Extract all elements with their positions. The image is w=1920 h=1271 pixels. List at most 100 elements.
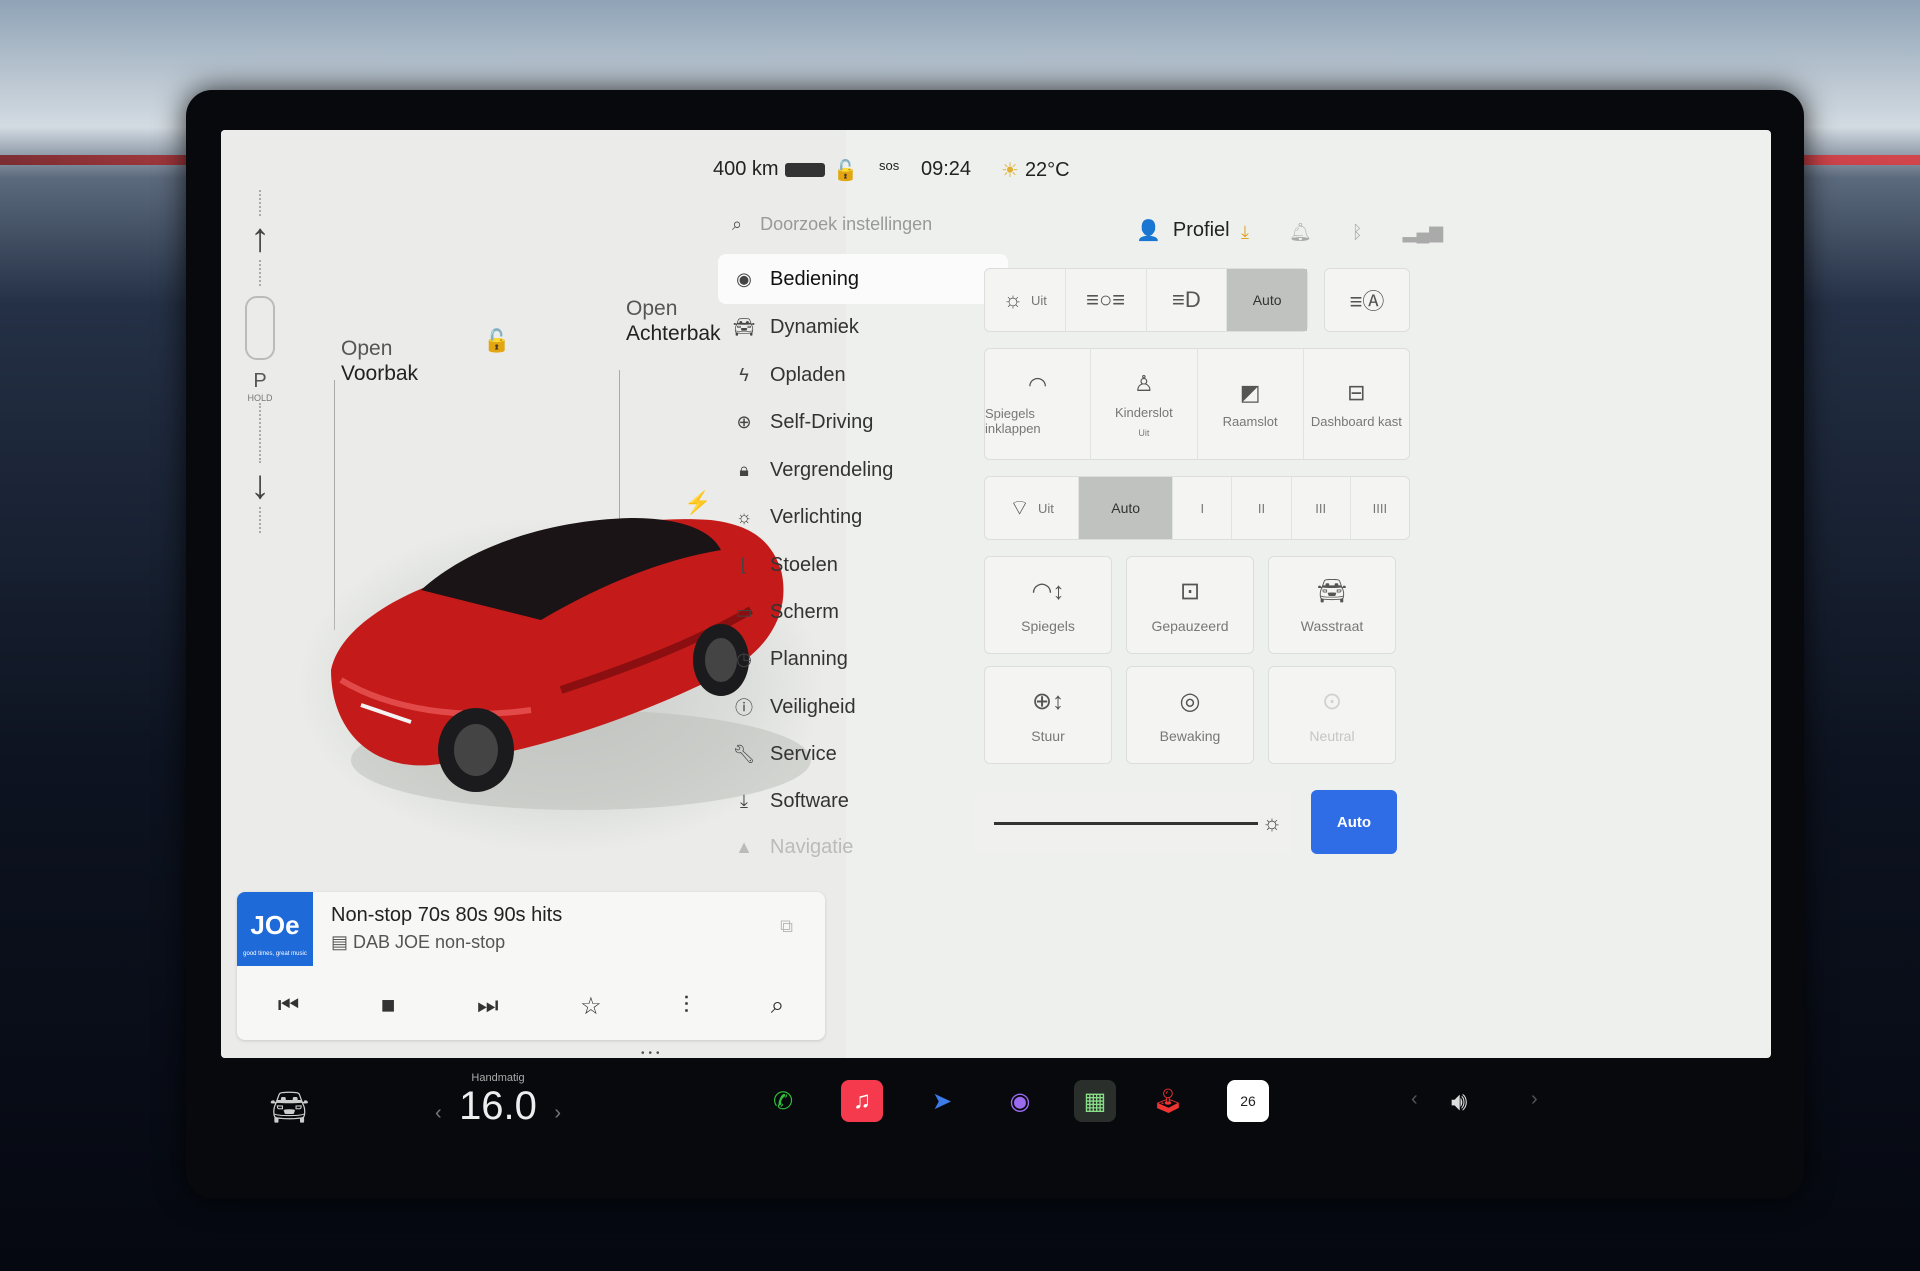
bell-icon[interactable]: 🔔︎ [1289,222,1312,243]
steering-label: Stuur [1031,727,1065,744]
brightness-slider[interactable]: ☼ [974,792,1292,854]
favorite-star-icon[interactable]: ☆ [580,992,602,1021]
volume-down-chevron-icon[interactable]: ‹ [1411,1088,1418,1111]
glovebox-button[interactable]: ⊟ Dashboard kast [1304,349,1409,459]
fold-mirrors-label: Spiegels inklappen [985,406,1041,436]
lights-auto-label: Auto [1252,292,1282,308]
cabin-temp-value: 16.0 [459,1084,537,1128]
unlock-icon[interactable]: 🔓 [483,328,510,354]
wiper-speed-label: III [1315,500,1327,516]
nav-item-verlichting[interactable]: ☼ Verlichting [718,492,1008,542]
trunk-callout[interactable]: Open Achterbak [626,296,721,346]
fold-mirrors-button[interactable]: ◠ Spiegels inklappen [985,349,1092,459]
lights-off-button[interactable]: ☼ Uit [985,269,1066,331]
nav-item-dynamiek[interactable]: 🚘︎ Dynamiek [718,302,1008,352]
previous-icon[interactable]: ⏮ [278,992,300,1020]
phone-icon[interactable]: ✆ [762,1080,804,1122]
parking-lights-button[interactable]: ≡○≡ [1066,269,1147,331]
auto-high-beam-button[interactable]: ≡Ⓐ [1324,268,1410,332]
nav-item-software[interactable]: ⤓ Software [718,776,1008,826]
wipers-auto-button[interactable]: Auto [1079,477,1174,539]
steering-wheel-icon: ⊕↕ [1031,687,1065,715]
equalizer-icon[interactable]: ⫶ [683,992,689,1020]
hold-label: HOLD [247,393,273,403]
dab-radio-icon: ▤ [331,932,349,952]
neutral-icon: ⊙ [1321,687,1343,715]
dashcam-tile[interactable]: ⊡ Gepauzeerd [1126,556,1254,654]
nav-item-service[interactable]: 🔧︎ Service [718,729,1008,779]
stop-icon[interactable]: ■ [381,992,396,1020]
arcade-joystick-icon[interactable]: 🕹︎ [1147,1080,1189,1122]
sun-icon: ☼ [735,506,753,527]
temp-up-chevron-icon[interactable]: › [554,1102,561,1125]
neutral-label: Neutral [1309,727,1355,744]
trunk-open-label: Open [626,297,678,320]
frunk-callout[interactable]: Open Voorbak [341,336,418,386]
wiper-speed-2-button[interactable]: II [1232,477,1292,539]
car-wash-tile[interactable]: 🚘︎ Wasstraat [1268,556,1396,654]
nav-label: Service [770,742,837,765]
lights-auto-button[interactable]: Auto [1227,269,1307,331]
window-lock-button[interactable]: ◩ Raamslot [1198,349,1304,459]
parking-lights-icon: ≡○≡ [1086,287,1126,312]
mirror-icon: ◠ [1028,372,1048,397]
volume-icon[interactable]: 🔊︎ [1451,1086,1467,1118]
car-wash-icon: 🚘︎ [1316,577,1348,605]
wiper-speed-3-button[interactable]: III [1292,477,1351,539]
nav-label: Vergrendeling [770,458,894,481]
climate-control[interactable]: ‹ Handmatig 16.0 › [435,1072,561,1128]
quick-controls: ◠ Spiegels inklappen ♙ Kinderslot Uit ◩ Raam… [984,348,1410,460]
camera-app-icon[interactable]: ◉ [999,1080,1041,1122]
dashcam-label: Gepauzeerd [1151,617,1229,634]
brightness-auto-button[interactable]: Auto [1311,790,1397,854]
nav-item-planning[interactable]: ◷ Planning [718,634,1008,684]
child-lock-button[interactable]: ♙ Kinderslot Uit [1091,349,1198,459]
bluetooth-icon[interactable]: ᛒ [1352,222,1363,243]
nav-item-bediening[interactable]: ◉ Bediening [718,254,1008,304]
bolt-icon: ϟ [739,364,749,385]
neutral-tile[interactable]: ⊙ Neutral [1268,666,1396,764]
lights-off-label: Uit [1031,292,1047,308]
music-icon[interactable]: ♫ [841,1080,883,1122]
nav-label: Navigatie [770,835,854,858]
trunk-label: Achterbak [626,322,721,345]
drive-down-arrow-icon[interactable]: ↓ [239,463,281,507]
volume-up-chevron-icon[interactable]: › [1531,1088,1538,1111]
bottom-dock: 🚘︎ ‹ Handmatig 16.0 › ✆ ♫ ➤ ◉ ▦ 🕹︎ 26 ‹ … [221,1058,1771,1178]
profile-button[interactable]: 👤 Profiel [1136,218,1230,243]
nav-item-veiligheid[interactable]: ⓘ Veiligheid [718,682,1008,732]
car-icon: 🚘︎ [732,316,756,337]
temp-down-chevron-icon[interactable]: ‹ [435,1102,442,1125]
slider-track[interactable] [994,822,1258,825]
car-icon[interactable]: 🚘︎ [269,1088,310,1126]
mirrors-adjust-tile[interactable]: ◠↕ Spiegels [984,556,1112,654]
wiper-controls: ⌔ Uit Auto I II III IIII [984,476,1410,540]
toybox-icon[interactable]: ▦ [1074,1080,1116,1122]
wiper-speed-label: IIII [1372,500,1388,516]
nav-item-navigatie[interactable]: ▲ Navigatie [718,822,1008,872]
navigation-icon[interactable]: ➤ [921,1080,963,1122]
wiper-speed-4-button[interactable]: IIII [1351,477,1409,539]
nav-item-vergrendeling[interactable]: 🔒︎ Vergrendeling [718,445,1008,495]
seat-icon: ⌊ [740,554,748,575]
lte-signal-icon: ▂▄▆ [1402,222,1444,242]
nav-item-opladen[interactable]: ϟ Opladen [718,350,1008,400]
gear-selector[interactable]: ↑ P HOLD ↓ [239,190,281,610]
source-label: DAB JOE non-stop [353,932,506,952]
toggle-icon: ◉ [736,268,752,289]
steering-adjust-tile[interactable]: ⊕↕ Stuur [984,666,1112,764]
low-beam-button[interactable]: ≡D [1147,269,1228,331]
nav-label: Dynamiek [770,315,859,338]
wiper-speed-1-button[interactable]: I [1173,477,1233,539]
nav-item-scherm[interactable]: ▭ Scherm [718,587,1008,637]
wipers-auto-label: Auto [1111,500,1141,516]
next-icon[interactable]: ⏭ [477,992,499,1020]
drive-up-arrow-icon[interactable]: ↑ [239,216,281,260]
wipers-off-button[interactable]: ⌔ Uit [985,477,1080,539]
steering-wheel-icon: ⊕ [736,411,752,432]
nav-item-stoelen[interactable]: ⌊ Stoelen [718,540,1008,590]
nav-item-self-driving[interactable]: ⊕ Self-Driving [718,397,1008,447]
calendar-icon[interactable]: 26 [1227,1080,1269,1122]
download-icon[interactable]: ⤓ [1241,222,1249,243]
sentry-tile[interactable]: ◎ Bewaking [1126,666,1254,764]
